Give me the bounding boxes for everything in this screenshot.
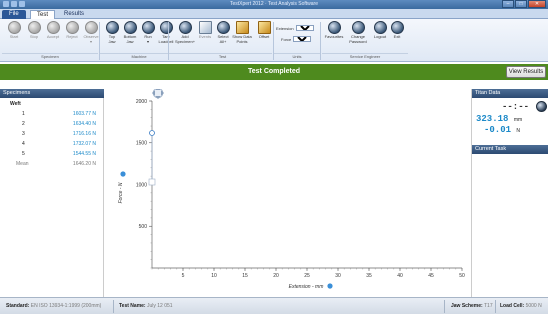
titan-force: -0.01 N bbox=[484, 125, 521, 135]
add-specimen-icon bbox=[178, 21, 192, 34]
favourites-button[interactable]: Favourites bbox=[322, 21, 346, 53]
window-controls: – □ ✕ bbox=[502, 0, 546, 8]
x-axis-label: Extension - mm bbox=[289, 284, 324, 290]
group-label-specimen: Specimen bbox=[2, 53, 98, 60]
titan-status-icon bbox=[536, 101, 547, 112]
observe-icon bbox=[84, 21, 98, 34]
group-label-service: Service Engineer bbox=[322, 53, 408, 60]
x-tick-label: 45 bbox=[428, 273, 434, 279]
top-jaw-icon bbox=[105, 21, 119, 34]
y-tick-label: 1500 bbox=[136, 141, 147, 147]
specimen-group-label: Weft bbox=[10, 101, 21, 107]
specimens-header: Specimens bbox=[0, 89, 104, 98]
window-title: TestXpert 2012 · Test Analysis Software bbox=[229, 1, 318, 7]
specimen-row[interactable]: 4 1732.07 N bbox=[0, 140, 104, 148]
offset-icon bbox=[257, 21, 271, 34]
accept-icon bbox=[46, 21, 60, 34]
bottom-jaw-icon bbox=[123, 21, 137, 34]
force-unit-row: Force N bbox=[281, 36, 312, 42]
ribbon-tabs: File Test Results bbox=[0, 9, 548, 19]
y-tick-label: 1000 bbox=[136, 182, 147, 188]
specimen-row[interactable]: 2 1634.40 N bbox=[0, 120, 104, 128]
start-icon bbox=[7, 21, 21, 34]
group-label-machine: Machine bbox=[100, 53, 178, 60]
close-button[interactable]: ✕ bbox=[528, 0, 546, 8]
view-results-button[interactable]: View Results bbox=[506, 66, 546, 78]
exit-button[interactable]: Exit bbox=[385, 21, 409, 53]
pan-control[interactable] bbox=[152, 87, 164, 99]
force-extension-chart: 500 1000 1500 2000 5 10 15 20 25 30 35 40 45 50 Forc… bbox=[106, 87, 470, 297]
y-tick-label: 2000 bbox=[136, 99, 147, 105]
x-tick-label: 35 bbox=[366, 273, 372, 279]
specimen-row[interactable]: 1 1603.77 N bbox=[0, 110, 104, 118]
force-unit-label: Force bbox=[281, 36, 292, 42]
current-task-header: Current Task bbox=[472, 145, 548, 154]
select-all-icon bbox=[216, 21, 230, 34]
change-password-icon bbox=[351, 21, 365, 34]
tab-test[interactable]: Test bbox=[30, 10, 56, 19]
title-bar: TestXpert 2012 · Test Analysis Software … bbox=[0, 0, 548, 9]
zoom-slider-thumb[interactable] bbox=[148, 178, 156, 186]
group-label-test: Test bbox=[173, 53, 272, 60]
status-banner: Test Completed bbox=[0, 64, 548, 80]
specimens-panel: Specimens Weft 1 1603.77 N 2 1634.40 N 3 17… bbox=[0, 89, 104, 297]
tab-file[interactable]: File bbox=[2, 10, 26, 19]
events-icon bbox=[198, 21, 212, 34]
y-axis-label: Force - N bbox=[118, 182, 124, 203]
x-axis: 5 10 15 20 25 30 35 40 45 50 bbox=[151, 267, 465, 279]
specimen-row[interactable]: 5 1544.55 N bbox=[0, 150, 104, 158]
status-separator bbox=[113, 300, 114, 313]
specimen-mean-row: Mean 1646.20 N bbox=[16, 161, 96, 167]
x-tick-label: 25 bbox=[304, 273, 310, 279]
extension-unit-label: Extension bbox=[276, 25, 294, 31]
extension-unit-select[interactable]: mm bbox=[295, 25, 314, 31]
x-tick-label: 40 bbox=[397, 273, 403, 279]
extension-unit-row: Extension mm bbox=[276, 25, 314, 31]
zoom-in-handle[interactable] bbox=[149, 130, 155, 136]
x-tick-label: 15 bbox=[242, 273, 248, 279]
show-data-points-icon bbox=[235, 21, 249, 34]
x-tick-label: 20 bbox=[273, 273, 279, 279]
quick-access-dropdown-icon[interactable] bbox=[19, 1, 25, 7]
show-data-points-button[interactable]: Show Data Points bbox=[230, 21, 254, 53]
x-tick-label: 30 bbox=[335, 273, 341, 279]
test-name-status: Test Name: July 12 051 bbox=[119, 303, 173, 309]
status-separator bbox=[444, 300, 445, 313]
maximize-button[interactable]: □ bbox=[515, 0, 527, 8]
y-axis-unit-switch-icon[interactable] bbox=[120, 171, 126, 177]
y-tick-label: 500 bbox=[139, 224, 148, 230]
titan-extension: 323.18 mm bbox=[476, 114, 523, 124]
titan-data-header: Titan Data bbox=[472, 89, 548, 98]
run-icon bbox=[141, 21, 155, 34]
standard-status: Standard: EN ISO 13934-1:1999 (200mm) bbox=[6, 303, 102, 309]
x-tick-label: 50 bbox=[459, 273, 465, 279]
status-separator bbox=[495, 300, 496, 313]
ribbon: Start Stop Accept Reject Observe ▾ Speci… bbox=[0, 19, 548, 62]
specimen-row[interactable]: 3 1716.16 N bbox=[0, 130, 104, 138]
x-tick-label: 5 bbox=[182, 273, 185, 279]
zoom-slider[interactable] bbox=[148, 130, 156, 186]
group-label-units: Units bbox=[274, 53, 320, 60]
stop-icon bbox=[27, 21, 41, 34]
x-axis-unit-switch-icon[interactable] bbox=[327, 283, 333, 289]
exit-icon bbox=[390, 21, 404, 34]
chart-svg: 500 1000 1500 2000 5 10 15 20 25 30 35 40 45 50 Forc… bbox=[118, 87, 465, 290]
app-icon[interactable] bbox=[3, 1, 9, 7]
tab-results[interactable]: Results bbox=[58, 10, 90, 19]
quick-access-toolbar bbox=[3, 1, 25, 7]
ribbon-separator bbox=[168, 22, 169, 60]
save-icon[interactable] bbox=[11, 1, 17, 7]
minimize-button[interactable]: – bbox=[502, 0, 514, 8]
titan-time: --:-- bbox=[502, 102, 530, 112]
reject-icon bbox=[65, 21, 79, 34]
x-tick-label: 10 bbox=[211, 273, 217, 279]
status-bar: Standard: EN ISO 13934-1:1999 (200mm) Te… bbox=[0, 297, 548, 314]
force-unit-select[interactable]: N bbox=[293, 36, 312, 42]
ribbon-separator bbox=[320, 22, 321, 60]
jaw-scheme-status: Jaw Scheme: T17 bbox=[451, 303, 493, 309]
titan-data-panel: Titan Data --:-- 323.18 mm -0.01 N Curre… bbox=[471, 89, 548, 297]
favourites-icon bbox=[327, 21, 341, 34]
load-cell-status: Load Cell: 5000 N bbox=[500, 303, 542, 309]
tare-icon bbox=[159, 21, 173, 34]
